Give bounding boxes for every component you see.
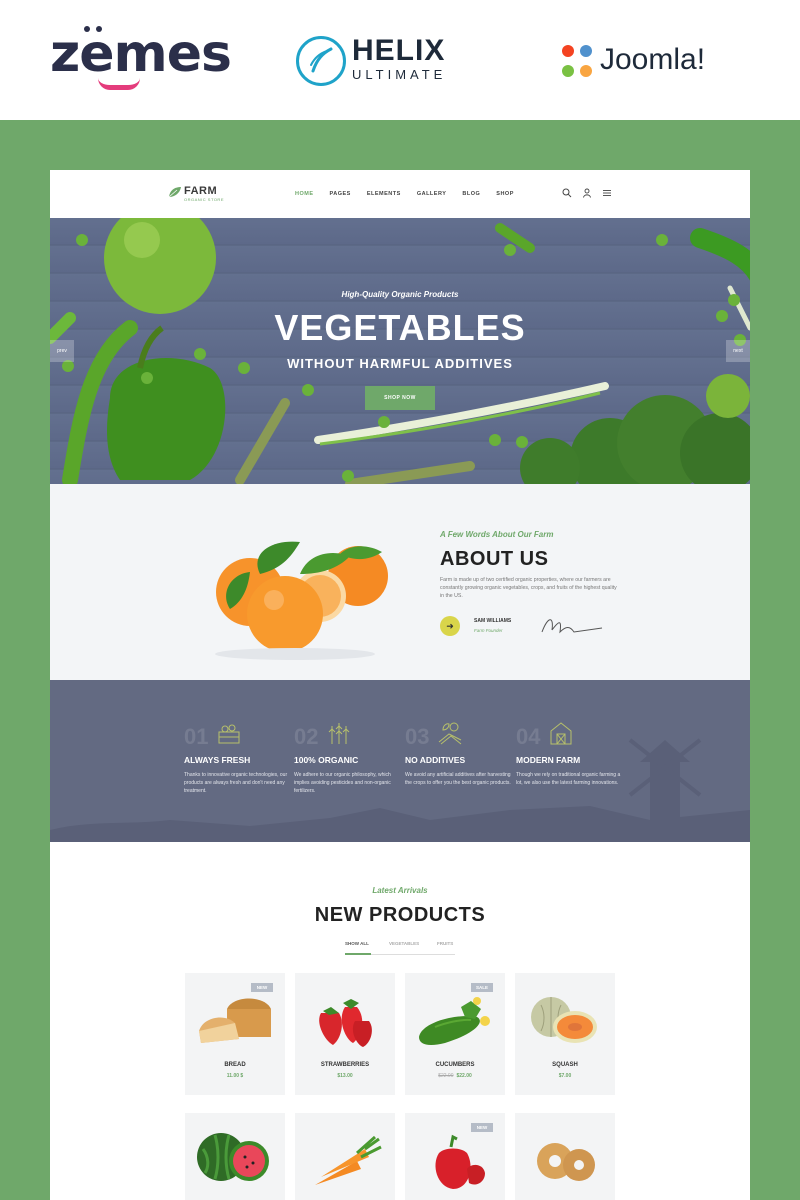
slider-next-button[interactable]: next	[726, 340, 750, 362]
hero-slider: High-Quality Organic Products VEGETABLES…	[50, 218, 750, 484]
site-logo[interactable]: FARM ORGANIC STORE	[168, 185, 224, 203]
search-icon[interactable]	[562, 188, 572, 198]
sale-badge: SALE	[471, 983, 493, 992]
feature-title: MODERN FARM	[516, 755, 581, 765]
wheat-icon	[328, 723, 350, 744]
helix-subtitle: ULTIMATE	[352, 67, 447, 82]
site-preview: FARM ORGANIC STORE HOME PAGES ELEMENTS G…	[50, 170, 750, 1200]
about-title: ABOUT US	[440, 548, 549, 570]
product-old-price: $22.00	[438, 1073, 454, 1079]
zemes-logo: zemes	[50, 24, 232, 84]
feature-number: 04	[516, 724, 541, 749]
site-logo-tagline: ORGANIC STORE	[184, 197, 224, 202]
product-price: $22.00 $22.00	[405, 1073, 505, 1079]
feature-title: NO ADDITIVES	[405, 755, 466, 765]
joomla-logo-icon	[562, 45, 592, 77]
menu-item-blog[interactable]: BLOG	[462, 191, 480, 197]
main-menu: HOME PAGES ELEMENTS GALLERY BLOG SHOP	[295, 191, 514, 197]
shop-now-button[interactable]: SHOP NOW	[365, 386, 435, 410]
feature-title: ALWAYS FRESH	[184, 755, 251, 765]
product-price: $13.00	[295, 1073, 395, 1079]
farm-silhouette-image	[50, 738, 750, 842]
products-title: NEW PRODUCTS	[314, 904, 486, 926]
new-badge: NEW	[471, 1123, 493, 1132]
feature-text: We adhere to our organic philosophy, whi…	[294, 772, 391, 794]
feature-number: 01	[184, 724, 209, 749]
header-icons	[562, 188, 612, 198]
product-card-watermelon[interactable]	[185, 1113, 285, 1200]
slider-prev-button[interactable]: prev	[50, 340, 74, 362]
feature-number: 02	[294, 724, 319, 749]
about-text: Farm is made up of two certified organic…	[440, 577, 617, 599]
product-name: CUCUMBERS	[435, 1062, 475, 1068]
brand-bar: zemes HELIX ULTIMATE Joomla!	[0, 0, 800, 120]
new-badge: NEW	[251, 983, 273, 992]
product-name: BREAD	[224, 1062, 246, 1068]
feature-text: We avoid any artificial additives after …	[405, 772, 511, 786]
oranges-image	[215, 541, 388, 660]
tab-vegetables[interactable]: VEGETABLES	[389, 941, 419, 946]
founder-role: Farm Founder	[474, 628, 503, 633]
product-price-value: $22.00	[456, 1073, 472, 1079]
helix-title: HELIX	[352, 34, 446, 67]
products-section: Latest Arrivals NEW PRODUCTS SHOW ALL VE…	[50, 842, 750, 1200]
product-card-squash[interactable]: SQUASH $7.00	[515, 973, 615, 1095]
menu-item-gallery[interactable]: GALLERY	[417, 191, 447, 197]
tab-fruits[interactable]: FRUITS	[437, 941, 453, 946]
products-kicker: Latest Arrivals	[372, 886, 428, 895]
arrow-right-icon: ➜	[446, 621, 454, 631]
hamburger-menu-icon[interactable]	[602, 188, 612, 198]
crate-icon	[218, 724, 240, 744]
zemes-logo-dots	[84, 26, 106, 32]
user-icon[interactable]	[582, 188, 592, 198]
feature-text: Thanks to innovative organic technologie…	[184, 772, 288, 794]
menu-item-elements[interactable]: ELEMENTS	[367, 191, 401, 197]
product-filter-tabs: SHOW ALL VEGETABLES FRUITS	[345, 941, 455, 955]
bagels-image	[537, 1143, 595, 1181]
product-price: $7.00	[515, 1073, 615, 1079]
founder-name: SAM WILLIAMS	[474, 618, 512, 624]
product-card-strawberries[interactable]: STRAWBERRIES $13.00	[295, 973, 395, 1095]
hero-title: VEGETABLES	[274, 307, 526, 348]
product-price: 11.00 $	[185, 1073, 285, 1079]
menu-item-home[interactable]: HOME	[295, 191, 314, 197]
menu-item-pages[interactable]: PAGES	[330, 191, 351, 197]
joomla-wordmark: Joomla!	[600, 43, 706, 76]
product-price-value: $13.00	[337, 1073, 353, 1079]
product-card-bread[interactable]: NEW BREAD 11.00 $	[185, 973, 285, 1095]
signature-image	[541, 619, 603, 634]
product-name: STRAWBERRIES	[320, 1062, 370, 1068]
product-card-cucumbers[interactable]: SALE CUCUMBERS $22.00 $22.00	[405, 973, 505, 1095]
feature-title: 100% ORGANIC	[294, 755, 359, 765]
helix-logo-icon	[296, 36, 346, 86]
hero-vegetables-image	[50, 218, 750, 484]
active-tab-indicator	[345, 953, 371, 955]
field-icon	[438, 722, 462, 745]
about-section: A Few Words About Our Farm ABOUT US Farm…	[50, 484, 750, 680]
feature-text: Though we rely on traditional organic fa…	[516, 772, 621, 786]
site-logo-name: FARM	[184, 185, 218, 197]
features-section: 01 ALWAYS FRESH Thanks to innovative org…	[50, 680, 750, 842]
about-kicker: A Few Words About Our Farm	[440, 530, 554, 539]
zemes-logo-smile	[98, 78, 140, 90]
product-price-value: 11.00 $	[226, 1073, 244, 1079]
hero-tagline: WITHOUT HARMFUL ADDITIVES	[287, 356, 513, 371]
barn-icon	[550, 722, 572, 745]
product-card-pepper[interactable]: NEW	[405, 1113, 505, 1200]
strawberries-image	[319, 999, 372, 1047]
carrots-image	[315, 1135, 382, 1185]
about-more-button[interactable]: ➜	[440, 616, 460, 636]
squash-image	[531, 997, 597, 1043]
site-header: FARM ORGANIC STORE HOME PAGES ELEMENTS G…	[50, 170, 750, 218]
hero-subtitle: High-Quality Organic Products	[341, 290, 459, 299]
tab-show-all[interactable]: SHOW ALL	[345, 941, 369, 946]
product-card-carrots[interactable]	[295, 1113, 395, 1200]
watermelon-image	[197, 1133, 269, 1181]
feature-number: 03	[405, 724, 430, 749]
product-name: SQUASH	[552, 1062, 578, 1068]
leaf-icon	[168, 187, 181, 198]
product-card-bagels[interactable]	[515, 1113, 615, 1200]
product-price-value: $7.00	[558, 1073, 572, 1079]
menu-item-shop[interactable]: SHOP	[496, 191, 514, 197]
